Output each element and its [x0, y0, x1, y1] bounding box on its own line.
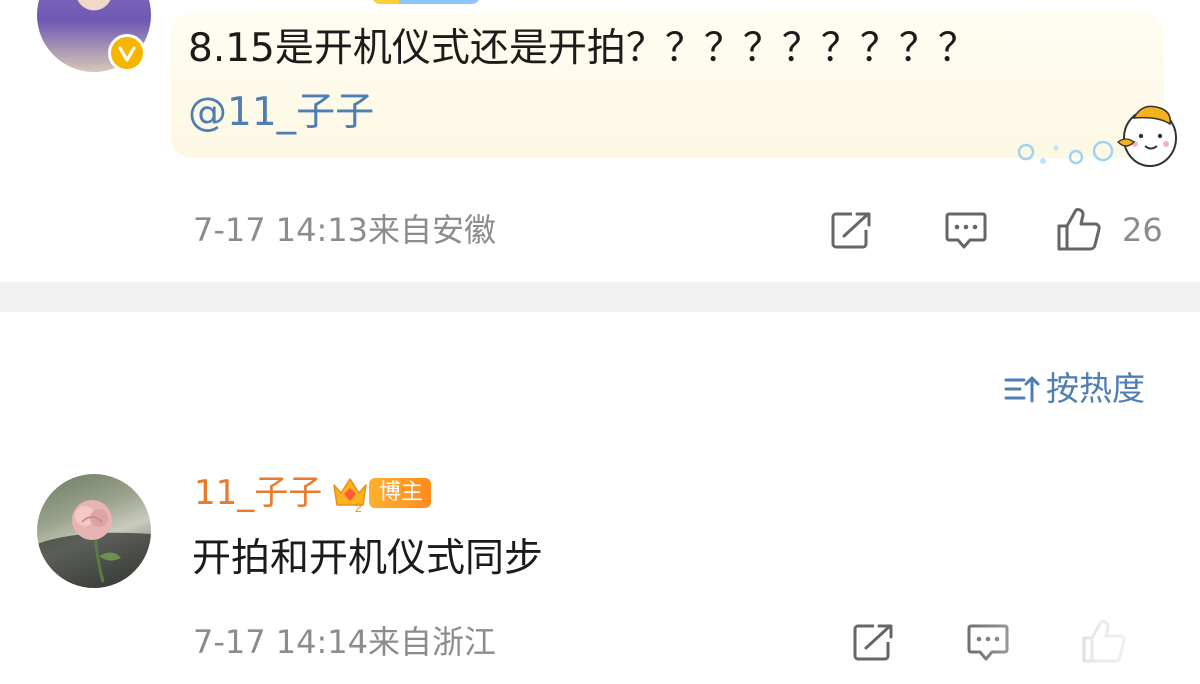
comment-author[interactable]: 11_子子: [194, 476, 322, 510]
like-count: 26: [1122, 211, 1163, 249]
comment-text: 开拍和开机仪式同步: [192, 536, 544, 581]
share-icon: [831, 212, 871, 249]
share-button[interactable]: [830, 210, 874, 250]
comment-time: 7-17 14:13: [193, 211, 369, 249]
verified-icon: [108, 34, 146, 72]
user-badge: [372, 0, 480, 4]
bubble-decoration-icon: [1017, 105, 1177, 167]
share-button[interactable]: [852, 622, 896, 662]
watermark-fade: [960, 600, 1200, 684]
sort-icon: [1004, 376, 1040, 402]
share-icon: [853, 624, 893, 661]
reply-icon: [945, 212, 987, 249]
rose-icon: [37, 500, 151, 588]
like-button[interactable]: [1055, 206, 1103, 252]
avatar[interactable]: [37, 474, 151, 588]
like-icon: [1057, 208, 1101, 251]
comment-time: 7-17 14:14: [193, 623, 369, 661]
reply-button[interactable]: [944, 210, 988, 252]
comment-location: 来自安徽: [368, 211, 497, 249]
crown-icon: 2: [333, 478, 367, 513]
blogger-badge: 博主: [369, 478, 432, 508]
mention-link[interactable]: @11_子子: [188, 88, 374, 138]
section-divider: [0, 282, 1200, 312]
svg-text:2: 2: [355, 501, 362, 513]
sort-label: 按热度: [1046, 369, 1145, 408]
sort-by-hot-button[interactable]: 按热度: [1004, 372, 1145, 405]
comment-location: 来自浙江: [368, 623, 497, 661]
comment-text: 8.15是开机仪式还是开拍？？？？？？？？？: [188, 26, 977, 71]
